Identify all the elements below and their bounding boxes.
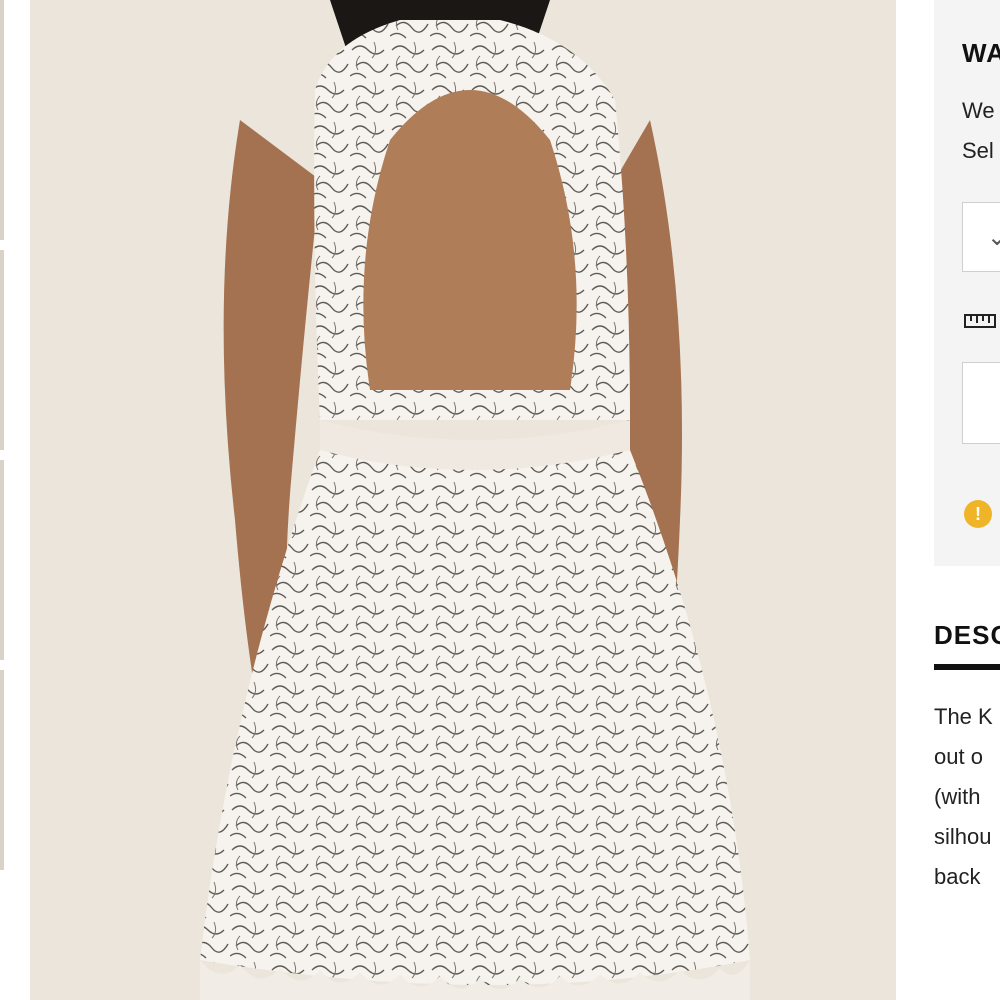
thumbnail-2[interactable] (0, 250, 4, 450)
ruler-icon[interactable] (964, 311, 996, 331)
dress-illustration (200, 0, 750, 1000)
chevron-down-icon: ⌄ (987, 224, 1000, 251)
purchase-card (934, 0, 1000, 566)
description-line-5: back (934, 864, 981, 889)
size-select[interactable]: ⌄ (962, 202, 1000, 272)
description-heading[interactable]: DESC (934, 620, 1000, 651)
description-line-1: The K (934, 704, 993, 729)
product-photo (30, 0, 896, 1000)
thumbnail-strip (0, 0, 30, 1000)
thumbnail-4[interactable] (0, 670, 4, 870)
product-title: WA (962, 38, 1000, 68)
info-line-2: Sel (962, 138, 994, 163)
thumbnail-1[interactable] (0, 0, 4, 240)
exclamation-icon: ! (964, 500, 992, 528)
quantity-field[interactable] (962, 362, 1000, 444)
info-line-1: We (962, 98, 995, 123)
product-info-panel: WA We Sel ⌄ ! DESC The K out o (with sil… (896, 0, 1000, 1000)
description-line-3: (with (934, 784, 981, 809)
thumbnail-3[interactable] (0, 460, 4, 660)
description-line-4: silhou (934, 824, 992, 849)
description-line-2: out o (934, 744, 983, 769)
description-underline (934, 664, 1000, 670)
